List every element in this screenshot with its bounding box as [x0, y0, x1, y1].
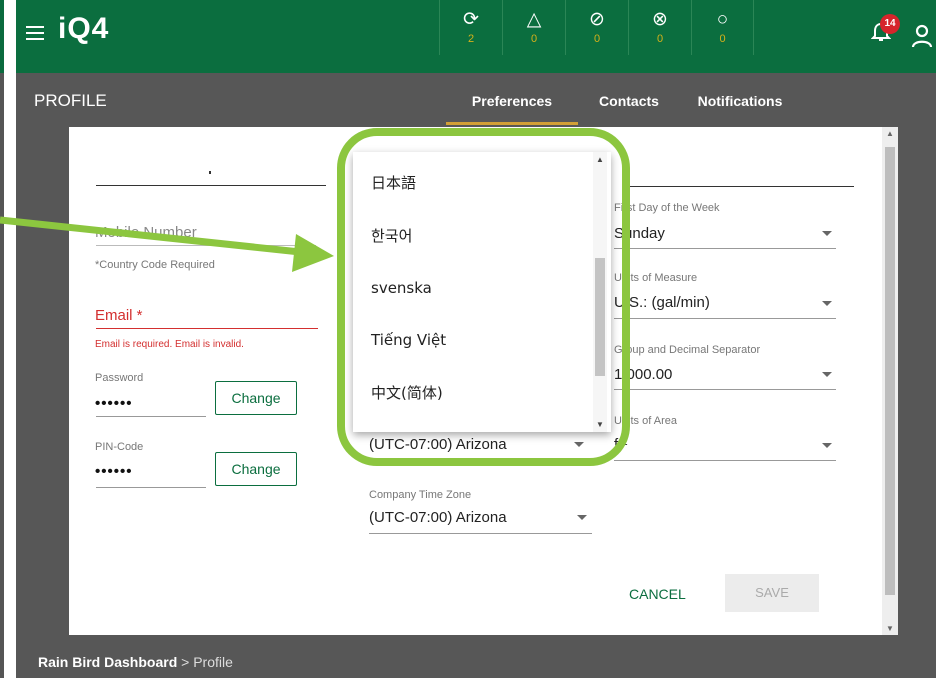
left-gap [4, 73, 16, 678]
status-count: 0 [656, 33, 664, 45]
tab-notifications[interactable]: Notifications [680, 73, 800, 125]
top-bar: iQ4 ⟳ 2 △ 0 ⊘ 0 ⊗ 0 ○ 0 14 [16, 0, 936, 73]
left-edge-strip [0, 0, 4, 73]
change-pin-button[interactable]: Change [215, 452, 297, 486]
breadcrumb: Rain Bird Dashboard > Profile [38, 654, 233, 670]
chevron-down-icon[interactable] [822, 443, 832, 448]
chevron-down-icon[interactable] [822, 301, 832, 306]
user-icon[interactable] [910, 23, 934, 49]
status-count: 0 [719, 33, 726, 45]
name-field-underline [96, 185, 326, 186]
scroll-up-icon[interactable]: ▲ [886, 129, 894, 138]
pin-input[interactable] [96, 487, 206, 488]
email-label: Email * [95, 307, 143, 324]
save-button[interactable]: SAVE [725, 574, 819, 612]
error-icon: ⊗ [652, 9, 668, 30]
status-circle[interactable]: ○ 0 [691, 0, 754, 55]
company-tz-underline [369, 533, 592, 534]
separator-label: Group and Decimal Separator [614, 344, 761, 356]
company-tz-value[interactable]: (UTC-07:00) Arizona [369, 509, 507, 526]
page-scroll-thumb[interactable] [885, 147, 895, 595]
separator-underline [614, 389, 836, 390]
pin-value: •••••• [95, 463, 133, 480]
breadcrumb-current: Profile [193, 654, 233, 670]
chevron-down-icon[interactable] [822, 231, 832, 236]
breadcrumb-separator: > [181, 654, 190, 670]
blocked-icon: ⊘ [589, 9, 605, 30]
tab-bar: Preferences Contacts Notifications [446, 73, 800, 125]
warning-icon: △ [526, 9, 542, 30]
status-error[interactable]: ⊗ 0 [628, 0, 691, 55]
email-error: Email is required. Email is invalid. [95, 339, 244, 350]
annotation-arrow [0, 216, 334, 272]
highlight-outline [337, 128, 630, 466]
tab-preferences[interactable]: Preferences [446, 73, 578, 125]
page-title: PROFILE [34, 91, 107, 110]
status-cells: ⟳ 2 △ 0 ⊘ 0 ⊗ 0 ○ 0 [439, 0, 754, 55]
chevron-down-icon[interactable] [822, 372, 832, 377]
status-count: 0 [593, 33, 601, 45]
chevron-down-icon[interactable] [577, 515, 587, 520]
cancel-button[interactable]: CANCEL [629, 586, 686, 602]
status-count: 2 [467, 33, 475, 45]
first-day-underline [614, 248, 836, 249]
circle-icon: ○ [716, 9, 729, 30]
company-tz-label: Company Time Zone [369, 489, 472, 501]
notification-badge: 14 [880, 14, 900, 34]
password-label: Password [95, 372, 144, 384]
units-underline [614, 318, 836, 319]
menu-icon[interactable] [26, 26, 44, 40]
password-value: •••••• [95, 395, 133, 412]
status-blocked[interactable]: ⊘ 0 [565, 0, 628, 55]
right-field-underline [629, 186, 854, 187]
sync-icon: ⟳ [463, 9, 479, 30]
status-count: 0 [530, 33, 538, 45]
scroll-down-icon[interactable]: ▼ [886, 624, 894, 633]
status-sync[interactable]: ⟳ 2 [439, 0, 502, 55]
pin-label: PIN-Code [95, 441, 144, 453]
area-underline [614, 460, 836, 461]
page-scrollbar[interactable]: ▲ ▼ [882, 127, 898, 635]
app-logo[interactable]: iQ4 [58, 12, 109, 46]
email-input[interactable] [96, 328, 318, 329]
breadcrumb-root[interactable]: Rain Bird Dashboard [38, 654, 177, 670]
status-warning[interactable]: △ 0 [502, 0, 565, 55]
field-cursor-mark [209, 171, 211, 174]
tab-contacts[interactable]: Contacts [578, 73, 680, 125]
password-input[interactable] [96, 416, 206, 417]
change-password-button[interactable]: Change [215, 381, 297, 415]
